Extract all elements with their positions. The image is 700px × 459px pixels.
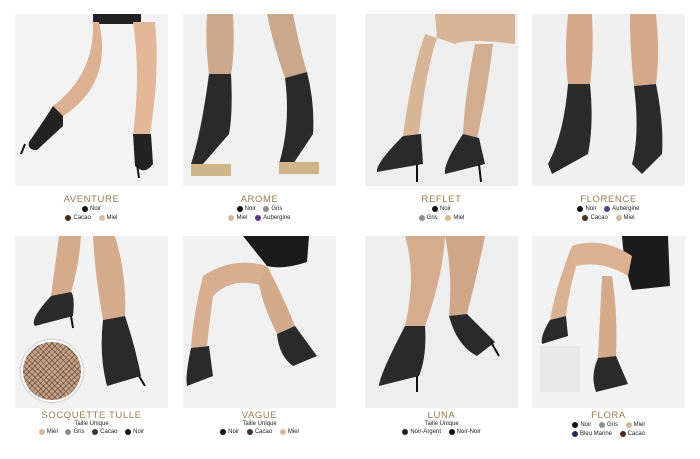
color-swatch: Noir-Noir — [448, 428, 481, 437]
color-dot — [619, 430, 626, 437]
color-dot — [604, 206, 611, 212]
product-name: LUNA — [427, 410, 456, 421]
color-dot — [402, 429, 409, 435]
color-swatch: Noir — [236, 205, 256, 214]
color-swatch: Noir — [220, 428, 239, 437]
color-dot — [615, 214, 622, 221]
product-photo-luna — [365, 236, 518, 408]
color-dot — [418, 214, 425, 221]
color-swatch: Gris — [263, 205, 282, 214]
color-list: Noir Gris Miel Bleu Marine Cacao — [532, 421, 685, 438]
color-swatch: Miel — [445, 214, 464, 223]
color-swatch: Noir — [431, 205, 451, 214]
product-name: AROME — [240, 194, 279, 205]
color-list: Noir Gris Miel — [365, 205, 518, 222]
color-dot — [81, 206, 88, 212]
color-dot — [255, 214, 262, 221]
product-name: VAGUE — [241, 410, 278, 421]
color-dot — [445, 214, 452, 221]
color-dot — [625, 422, 632, 428]
product-photo-arome — [183, 14, 336, 186]
color-dot — [65, 429, 72, 435]
color-swatch: Bleu Marine — [571, 430, 612, 439]
color-dot — [246, 429, 253, 435]
product-photo-florence — [532, 14, 685, 186]
product-photo-vague — [183, 236, 336, 408]
color-dot — [65, 214, 72, 221]
color-dot — [263, 206, 270, 212]
color-dot — [577, 206, 584, 212]
color-swatch: Cacao — [65, 214, 91, 223]
color-swatch: Miel — [38, 428, 58, 437]
color-swatch: Miel — [228, 214, 247, 223]
color-dot — [92, 429, 99, 435]
color-swatch: Miel — [625, 421, 645, 430]
size-note: Taille Unique — [242, 421, 277, 427]
color-swatch: Gris — [599, 421, 618, 430]
color-dot — [448, 429, 455, 435]
color-list: Noir Gris Miel Aubergine — [183, 205, 336, 222]
color-swatch: Miel — [279, 428, 299, 437]
color-swatch: Gris — [65, 428, 84, 437]
product-name: FLORENCE — [580, 194, 637, 205]
color-swatch: Noir-Argent — [402, 428, 441, 437]
color-swatch: Aubergine — [604, 205, 640, 214]
color-dot — [582, 214, 589, 221]
color-swatch: Gris — [418, 214, 438, 223]
color-dot — [38, 429, 45, 435]
color-swatch: Cacao — [92, 428, 118, 437]
color-dot — [279, 429, 286, 435]
product-photo-flora — [532, 236, 685, 408]
product-name: REFLET — [421, 194, 462, 205]
color-swatch: Noir — [577, 205, 596, 214]
color-dot — [236, 206, 243, 212]
color-swatch: Noir — [125, 428, 144, 437]
color-list: Noir Aubergine Cacao Miel — [532, 205, 685, 222]
color-swatch: Miel — [615, 214, 635, 223]
color-swatch: Cacao — [246, 428, 272, 437]
color-list: Noir-Argent Noir-Noir — [365, 428, 518, 437]
product-photo-reflet — [365, 14, 518, 186]
color-dot — [228, 214, 235, 221]
color-list: Noir Cacao Miel — [183, 428, 336, 437]
size-note: Taille Unique — [74, 421, 109, 427]
color-list: Miel Gris Cacao Noir — [15, 428, 168, 437]
tulle-texture-inset — [21, 340, 83, 402]
color-list: Noir Cacao Miel — [15, 205, 168, 222]
color-dot — [220, 429, 227, 435]
product-photo-aventure — [15, 14, 168, 186]
product-name: FLORA — [591, 410, 626, 421]
color-dot — [571, 430, 578, 437]
color-swatch: Noir — [572, 421, 591, 430]
color-dot — [431, 206, 438, 212]
product-name: SOCQUETTE TULLE — [41, 410, 142, 421]
color-dot — [125, 429, 132, 435]
color-dot — [599, 422, 605, 428]
color-dot — [572, 422, 579, 428]
color-swatch: Miel — [98, 214, 118, 223]
color-dot — [98, 214, 105, 221]
color-swatch: Noir — [81, 205, 101, 214]
product-photo-socquette-tulle — [15, 236, 168, 408]
color-swatch: Cacao — [582, 214, 608, 223]
product-name: AVENTURE — [63, 194, 120, 205]
color-swatch: Aubergine — [255, 214, 291, 223]
size-note: Taille Unique — [424, 421, 459, 427]
color-swatch: Cacao — [619, 430, 645, 439]
